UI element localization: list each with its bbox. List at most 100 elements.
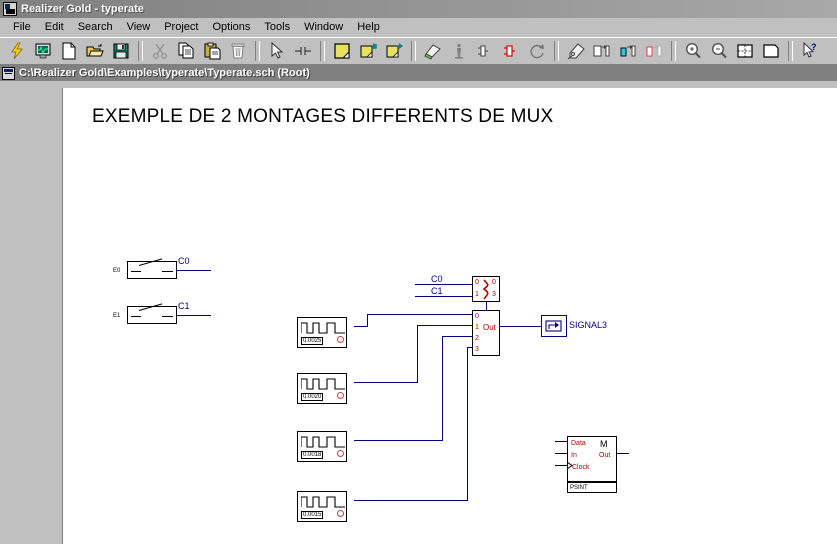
wire-p4-a bbox=[354, 500, 467, 501]
assign-pin-blue-button[interactable] bbox=[616, 39, 640, 63]
menu-item-options[interactable]: Options bbox=[205, 20, 257, 34]
save-button[interactable] bbox=[109, 39, 133, 63]
zoom-fit-button[interactable] bbox=[733, 39, 757, 63]
pulse-generator-2[interactable]: 0.0020 bbox=[297, 373, 347, 404]
select-tool-button[interactable] bbox=[265, 39, 289, 63]
clock-edge-icon bbox=[567, 462, 573, 469]
pulse-generator-3[interactable]: 0.0018 bbox=[297, 431, 347, 462]
paste-button[interactable] bbox=[200, 39, 224, 63]
toolbar-separator-2 bbox=[255, 41, 260, 61]
copy-button[interactable] bbox=[174, 39, 198, 63]
wire-c1-to-bus bbox=[415, 296, 472, 297]
wire-p3-c bbox=[442, 336, 472, 337]
context-help-button[interactable]: ? bbox=[798, 39, 822, 63]
menu-item-search[interactable]: Search bbox=[71, 20, 120, 34]
wire-p3-a bbox=[354, 440, 442, 441]
wire-tool-button[interactable] bbox=[291, 39, 315, 63]
toolbar-separator-5 bbox=[554, 41, 559, 61]
output-port-signal3[interactable] bbox=[541, 315, 567, 337]
application-window: Realizer Gold - typerate File Edit Searc… bbox=[0, 0, 837, 544]
psint-pin-out bbox=[617, 453, 629, 454]
menu-item-file[interactable]: File bbox=[6, 20, 38, 34]
menu-item-edit[interactable]: Edit bbox=[38, 20, 71, 34]
cut-button[interactable] bbox=[148, 39, 172, 63]
mux-input-pin-2: 2 bbox=[475, 335, 479, 342]
psint-output-label: Out bbox=[599, 452, 611, 459]
wire-e0-c0-b bbox=[208, 270, 211, 271]
left-gutter bbox=[0, 88, 62, 544]
mux-input-pin-1: 1 bbox=[475, 324, 479, 331]
svg-text:?: ? bbox=[811, 42, 817, 52]
wire-e0-c0-a bbox=[177, 270, 208, 271]
schematic-title: EXEMPLE DE 2 MONTAGES DIFFERENTS DE MUX bbox=[92, 106, 554, 127]
menu-item-window[interactable]: Window bbox=[297, 20, 350, 34]
eraser-button[interactable] bbox=[421, 39, 445, 63]
toolbar: ? bbox=[0, 37, 837, 65]
zoom-out-button[interactable] bbox=[707, 39, 731, 63]
pulse-value-1: 0.0025 bbox=[301, 337, 324, 345]
new-file-button[interactable] bbox=[57, 39, 81, 63]
assign-pin-button[interactable] bbox=[590, 39, 614, 63]
zoom-in-button[interactable] bbox=[681, 39, 705, 63]
workspace: EXEMPLE DE 2 MONTAGES DIFFERENTS DE MUX … bbox=[0, 88, 837, 544]
menu-item-help[interactable]: Help bbox=[350, 20, 387, 34]
open-file-button[interactable] bbox=[83, 39, 107, 63]
component-red-button[interactable] bbox=[499, 39, 523, 63]
pulse-output-pin-1 bbox=[337, 336, 344, 343]
net-label-c0: C0 bbox=[178, 256, 190, 266]
switch-input-label-e1: E1 bbox=[113, 313, 121, 319]
pulse-generator-4[interactable]: 0.0015 bbox=[297, 491, 347, 522]
switch-symbol-2[interactable] bbox=[127, 303, 177, 324]
sheet-up-button[interactable] bbox=[356, 39, 380, 63]
schematic-canvas[interactable]: EXEMPLE DE 2 MONTAGES DIFFERENTS DE MUX … bbox=[63, 88, 837, 544]
compile-button[interactable] bbox=[5, 39, 29, 63]
document-path: C:\Realizer Gold\Examples\typerate\Typer… bbox=[19, 67, 310, 79]
schematic-sheet-frame[interactable]: EXEMPLE DE 2 MONTAGES DIFFERENTS DE MUX … bbox=[62, 88, 837, 544]
mux-input-pin-0: 0 bbox=[475, 313, 479, 320]
wire-p3-b bbox=[442, 336, 443, 441]
label-tag-button[interactable] bbox=[564, 39, 588, 63]
wire-mux-out-to-signal3 bbox=[500, 326, 541, 327]
psint-type-label: M bbox=[600, 439, 608, 449]
sheet-button[interactable] bbox=[330, 39, 354, 63]
pulse-waveform-icon bbox=[301, 322, 345, 334]
wire-p2-a bbox=[354, 382, 417, 383]
wire-p1-a bbox=[354, 326, 367, 327]
toolbar-separator-7 bbox=[788, 41, 793, 61]
switch-input-label-e0: E0 bbox=[113, 268, 121, 274]
rotate-button[interactable] bbox=[525, 39, 549, 63]
bus-pin-left-1: 1 bbox=[475, 291, 479, 298]
menu-item-view[interactable]: View bbox=[120, 20, 158, 34]
component-place-button[interactable] bbox=[473, 39, 497, 63]
simulate-button[interactable] bbox=[31, 39, 55, 63]
menu-item-project[interactable]: Project bbox=[157, 20, 205, 34]
pulse-generator-1[interactable]: 0.0025 bbox=[297, 317, 347, 348]
pulse-value-3: 0.0018 bbox=[301, 451, 324, 459]
assign-pin-red-button[interactable] bbox=[642, 39, 666, 63]
psint-component[interactable]: Data In Clock M Out bbox=[567, 436, 617, 482]
delete-button[interactable] bbox=[226, 39, 250, 63]
wire-p1-c bbox=[367, 314, 472, 315]
document-icon bbox=[2, 66, 15, 80]
menu-item-tools[interactable]: Tools bbox=[257, 20, 297, 34]
pulse-waveform-icon bbox=[301, 378, 345, 390]
psint-pin-in bbox=[555, 453, 567, 454]
bus-input-label-c1: C1 bbox=[431, 286, 443, 296]
psint-input-in: In bbox=[571, 452, 577, 459]
switch-symbol-1[interactable] bbox=[127, 258, 177, 279]
psint-pin-clock bbox=[555, 465, 567, 466]
net-label-c1: C1 bbox=[178, 301, 190, 311]
psint-input-data: Data bbox=[571, 440, 586, 447]
psint-name: PSINT bbox=[570, 485, 588, 491]
zoom-page-button[interactable] bbox=[759, 39, 783, 63]
sheet-next-button[interactable] bbox=[382, 39, 406, 63]
info-button[interactable] bbox=[447, 39, 471, 63]
bus-merge-block[interactable]: 0 1 0 3 bbox=[472, 276, 500, 302]
wire-e1-c1-b bbox=[208, 315, 211, 316]
bus-input-label-c0: C0 bbox=[431, 274, 443, 284]
pulse-waveform-icon bbox=[301, 496, 345, 508]
pulse-output-pin-4 bbox=[337, 510, 344, 517]
wire-p4-c bbox=[467, 347, 472, 348]
mux-block[interactable]: 0 1 2 3 Out bbox=[472, 310, 500, 356]
app-icon bbox=[3, 2, 17, 16]
